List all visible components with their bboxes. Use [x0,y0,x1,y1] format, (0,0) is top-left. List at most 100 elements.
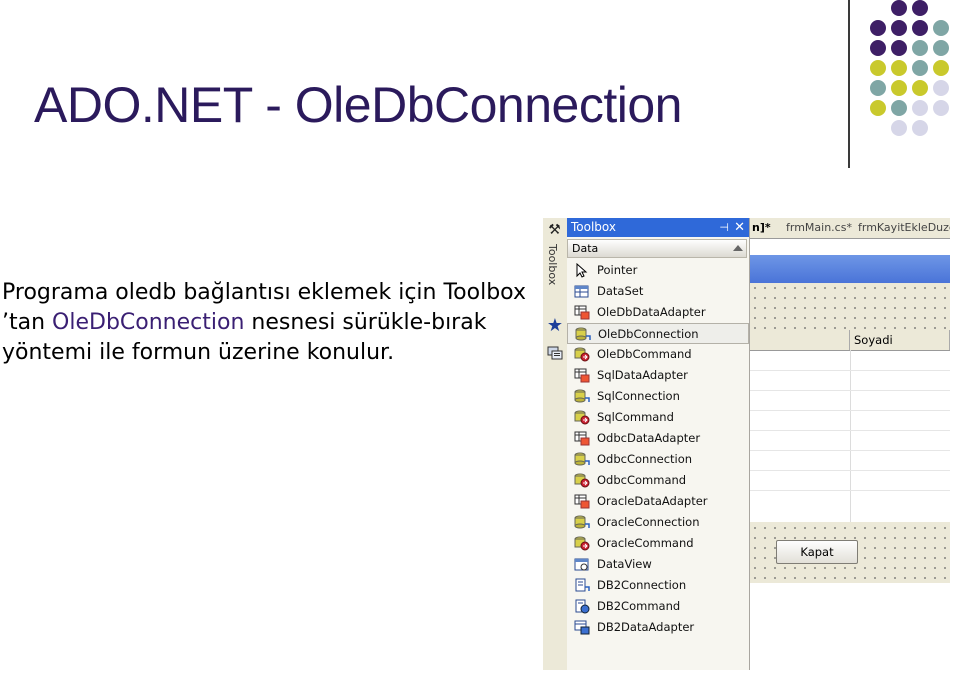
kapat-button[interactable]: Kapat [776,540,858,564]
grid-divider [850,350,851,522]
toolbox-item[interactable]: OdbcDataAdapter [567,428,749,449]
decorative-dot [891,80,907,96]
data-adapter-icon [574,494,590,509]
toolbox-title: Toolbox [571,220,616,234]
toolbox-item-label: OdbcDataAdapter [597,431,701,445]
toolbox-item-label: OracleConnection [597,515,700,529]
toolbox-item[interactable]: DataSet [567,281,749,302]
tab-frmmain[interactable]: frmMain.cs* [786,221,852,234]
toolbox-item[interactable]: DataView [567,554,749,575]
scroll-up-arrow-icon[interactable] [733,245,743,251]
toolbox-item-label: DB2Connection [597,578,687,592]
decorative-dot [891,0,907,16]
form-title-bar[interactable] [750,255,950,283]
toolbox-item[interactable]: DB2Connection [567,575,749,596]
toolbox-item-label: OdbcCommand [597,473,687,487]
toolbox-item[interactable]: DB2Command [567,596,749,617]
decorative-dot [891,60,907,76]
hammer-wrench-icon[interactable]: ⚒ [546,221,563,238]
toolbox-item-label: DB2Command [597,599,681,613]
decorative-dot [933,20,949,36]
data-grid-col-prev [750,330,850,350]
dataview-icon [574,557,590,572]
grid-row-line [750,450,950,451]
toolbox-item[interactable]: OdbcCommand [567,470,749,491]
toolbox-item-label: DataSet [597,284,644,298]
data-adapter-icon [574,431,590,446]
decorative-dot [870,80,886,96]
decorative-dot [933,100,949,116]
body-text-highlight: OleDbConnection [52,310,245,335]
toolbox-side-strip: ⚒ Toolbox ★ [543,218,568,670]
decorative-dot [891,40,907,56]
toolbox-item[interactable]: OleDbCommand [567,344,749,365]
decorative-divider-line [848,0,850,168]
decorative-dot [912,120,928,136]
document-tabs: n]* frmMain.cs* frmKayitEkleDuzelt [750,218,950,239]
decorative-dot [870,40,886,56]
decorative-dot-grid [866,0,960,150]
toolbox-item[interactable]: OleDbConnection [567,323,749,344]
toolbox-panel: Toolbox ⊣ ✕ Data Pointer DataSet OleDbData… [567,218,750,670]
toolbox-item[interactable]: SqlConnection [567,386,749,407]
tab-frmkayitekleduzelt[interactable]: frmKayitEkleDuzelt [858,221,950,234]
toolbox-item[interactable]: OdbcConnection [567,449,749,470]
star-icon[interactable]: ★ [546,316,564,334]
grid-row-line [750,410,950,411]
decorative-dot [912,0,928,16]
toolbox-item-label: OracleDataAdapter [597,494,708,508]
data-adapter-icon [574,368,590,383]
decorative-dot [912,40,928,56]
grid-row-line [750,370,950,371]
toolbox-item-label: SqlDataAdapter [597,368,688,382]
slide-body-text: Programa oledb bağlantısı eklemek için T… [2,278,532,368]
toolbox-item-label: Pointer [597,263,638,277]
decorative-dot [891,100,907,116]
pin-icon[interactable]: ⊣ [719,218,729,237]
toolbox-item[interactable]: Pointer [567,260,749,281]
toolbox-item-label: DB2DataAdapter [597,620,695,634]
toolbox-item[interactable]: OracleConnection [567,512,749,533]
toolbox-item[interactable]: OracleCommand [567,533,749,554]
decorative-dot [870,60,886,76]
toolbox-item-label: OleDbDataAdapter [597,305,706,319]
toolbox-item-label: DataView [597,557,652,571]
toolbox-item-label: OracleCommand [597,536,694,550]
decorative-dot [933,40,949,56]
toolbox-item[interactable]: SqlDataAdapter [567,365,749,386]
decorative-dot [912,20,928,36]
connection-icon [574,515,590,530]
connection-icon [575,327,591,342]
decorative-dot [870,100,886,116]
db2-adapter-icon [574,620,590,635]
toolbox-item-label: SqlCommand [597,410,674,424]
command-icon [574,473,590,488]
toolbox-section-data[interactable]: Data [567,239,747,258]
toolbox-item[interactable]: OracleDataAdapter [567,491,749,512]
connection-icon [574,389,590,404]
toolbox-item-label: OdbcConnection [597,452,693,466]
toolbox-section-label: Data [572,242,599,255]
toolbox-item[interactable]: SqlCommand [567,407,749,428]
tab-current-form[interactable]: n]* [752,221,771,234]
grid-row-line [750,390,950,391]
server-explorer-icon[interactable] [546,344,564,362]
pointer-icon [574,262,590,278]
command-icon [574,347,590,362]
data-grid[interactable]: Soyadi [750,330,950,522]
connection-icon [574,452,590,467]
decorative-dot [933,80,949,96]
data-grid-col-soyadi[interactable]: Soyadi [850,330,950,350]
db2-command-icon [574,599,590,614]
decorative-dot [891,120,907,136]
toolbox-item-label: OleDbConnection [598,327,699,341]
close-icon[interactable]: ✕ [734,218,745,237]
decorative-dot [891,20,907,36]
grid-row-line [750,470,950,471]
toolbox-item[interactable]: DB2DataAdapter [567,617,749,638]
grid-row-line [750,490,950,491]
toolbox-vertical-label[interactable]: Toolbox [546,244,559,285]
toolbox-item-list: Pointer DataSet OleDbDataAdapter OleDbConne… [567,260,749,638]
form-designer: n]* frmMain.cs* frmKayitEkleDuzelt Soyad… [750,218,950,670]
toolbox-item[interactable]: OleDbDataAdapter [567,302,749,323]
